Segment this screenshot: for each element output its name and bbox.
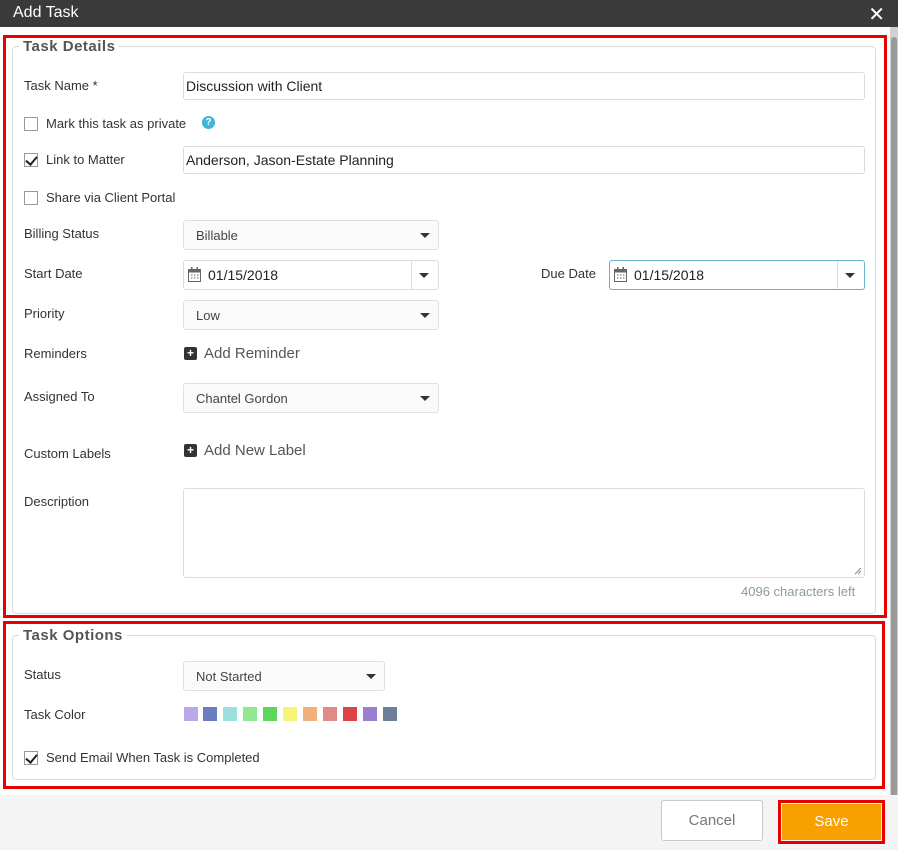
priority-value: Low (196, 308, 220, 323)
task-options-legend: Task Options (19, 627, 127, 644)
plus-icon: + (184, 444, 197, 457)
color-swatch[interactable] (243, 707, 257, 721)
color-swatch[interactable] (184, 707, 198, 721)
close-icon[interactable]: ✕ (868, 2, 885, 27)
start-date-label: Start Date (24, 266, 83, 281)
send-email-checkbox[interactable] (24, 751, 38, 765)
color-swatch[interactable] (223, 707, 237, 721)
private-checkbox[interactable] (24, 117, 38, 131)
description-textarea[interactable] (183, 488, 865, 578)
color-swatch[interactable] (323, 707, 337, 721)
matter-input[interactable]: Anderson, Jason-Estate Planning (183, 146, 865, 174)
add-new-label-label: Add New Label (204, 442, 306, 459)
dialog-titlebar: Add Task ✕ (0, 0, 898, 27)
private-label: Mark this task as private (46, 116, 187, 131)
resize-grip-icon[interactable] (854, 567, 862, 575)
scrollbar-thumb[interactable] (891, 37, 897, 807)
scrollbar[interactable] (890, 27, 898, 807)
plus-icon: + (184, 347, 197, 360)
share-portal-label: Share via Client Portal (46, 190, 176, 205)
dialog-footer (0, 795, 898, 850)
task-color-label: Task Color (24, 707, 86, 722)
chevron-down-icon (420, 396, 430, 401)
dialog-title: Add Task (13, 4, 79, 21)
help-icon[interactable]: ? (202, 116, 215, 129)
calendar-icon[interactable] (614, 267, 627, 282)
color-swatch[interactable] (343, 707, 357, 721)
color-swatch[interactable] (303, 707, 317, 721)
chevron-down-icon[interactable] (845, 273, 855, 278)
add-reminder-button[interactable]: + Add Reminder (184, 345, 300, 362)
calendar-icon[interactable] (188, 267, 201, 282)
link-to-matter-checkbox[interactable] (24, 153, 38, 167)
color-swatch[interactable] (283, 707, 297, 721)
start-date-value: 01/15/2018 (208, 267, 279, 283)
description-label: Description (24, 494, 90, 509)
share-portal-checkbox[interactable] (24, 191, 38, 205)
billing-status-value: Billable (196, 228, 238, 243)
status-value: Not Started (196, 669, 262, 684)
assigned-to-label: Assigned To (24, 389, 95, 404)
billing-status-label: Billing Status (24, 226, 100, 241)
chevron-down-icon[interactable] (419, 273, 429, 278)
due-date-label: Due Date (541, 266, 596, 281)
custom-labels-label: Custom Labels (24, 446, 111, 461)
due-date-value: 01/15/2018 (634, 267, 705, 283)
task-name-label: Task Name * (24, 78, 98, 93)
link-to-matter-label: Link to Matter (46, 152, 125, 167)
color-swatch[interactable] (383, 707, 397, 721)
add-reminder-label: Add Reminder (204, 345, 300, 362)
start-date-divider (411, 261, 412, 289)
status-select[interactable]: Not Started (183, 661, 385, 691)
characters-left-counter: 4096 characters left (741, 584, 856, 599)
save-button[interactable]: Save (782, 804, 881, 840)
add-new-label-button[interactable]: + Add New Label (184, 442, 306, 459)
priority-select[interactable]: Low (183, 300, 439, 330)
reminders-label: Reminders (24, 346, 87, 361)
status-label: Status (24, 667, 61, 682)
color-swatch[interactable] (363, 707, 377, 721)
send-email-label: Send Email When Task is Completed (46, 750, 260, 765)
due-date-input[interactable]: 01/15/2018 (609, 260, 865, 290)
color-swatch[interactable] (203, 707, 217, 721)
task-name-input[interactable]: Discussion with Client (183, 72, 865, 100)
chevron-down-icon (420, 233, 430, 238)
due-date-divider (837, 261, 838, 289)
billing-status-select[interactable]: Billable (183, 220, 439, 250)
priority-label: Priority (24, 306, 65, 321)
cancel-button[interactable]: Cancel (661, 800, 763, 841)
start-date-input[interactable]: 01/15/2018 (183, 260, 439, 290)
chevron-down-icon (420, 313, 430, 318)
assigned-to-value: Chantel Gordon (196, 391, 288, 406)
color-swatch[interactable] (263, 707, 277, 721)
assigned-to-select[interactable]: Chantel Gordon (183, 383, 439, 413)
chevron-down-icon (366, 674, 376, 679)
task-details-legend: Task Details (19, 38, 120, 55)
